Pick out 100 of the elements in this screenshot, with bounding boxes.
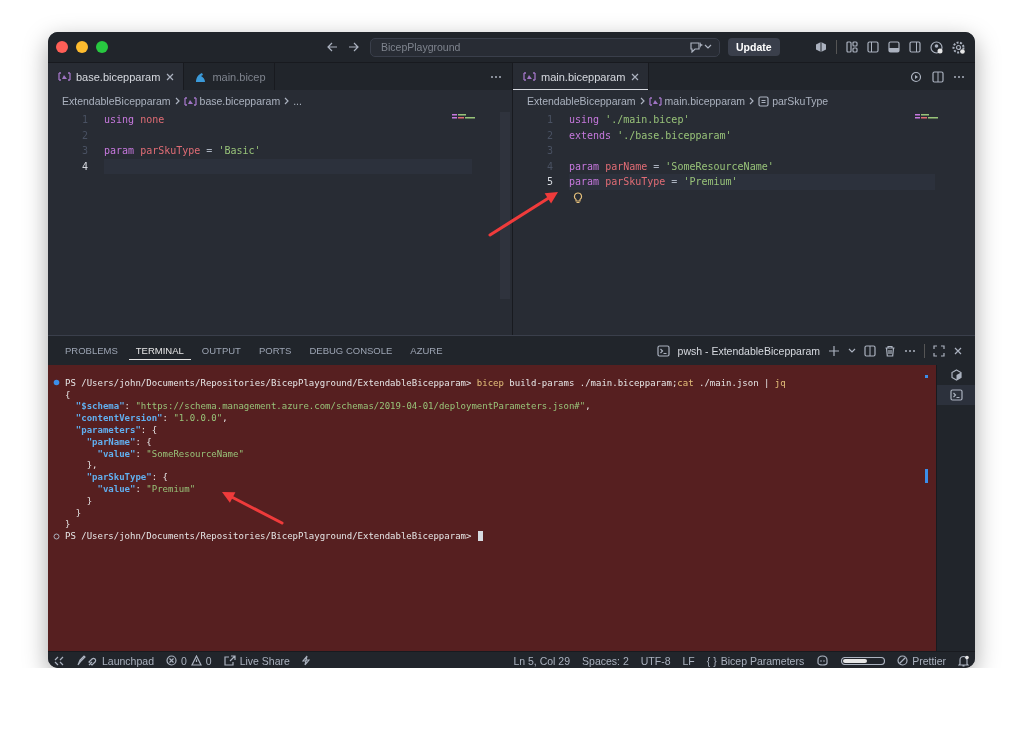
status-item[interactable]: Launchpad bbox=[70, 654, 160, 667]
breadcrumb-item[interactable]: ... bbox=[293, 95, 302, 107]
status-item[interactable]: Ln 5, Col 29 bbox=[507, 654, 577, 667]
status-item[interactable]: UTF-8 bbox=[634, 654, 677, 667]
back-arrow-icon[interactable] bbox=[326, 41, 338, 53]
annotation-arrow bbox=[222, 492, 284, 525]
trash-icon[interactable] bbox=[884, 344, 896, 357]
split-terminal-icon[interactable] bbox=[864, 344, 876, 357]
braces-icon: { } bbox=[706, 654, 717, 667]
editor-tab[interactable]: main.bicepparam bbox=[513, 63, 650, 90]
account-icon[interactable] bbox=[930, 40, 943, 54]
status-item[interactable]: LF bbox=[676, 654, 701, 667]
command-success-dot[interactable] bbox=[53, 379, 60, 387]
file-type-icon bbox=[648, 95, 662, 107]
more-icon[interactable] bbox=[953, 74, 965, 79]
status-item[interactable]: Spaces: 2 bbox=[576, 654, 635, 667]
file-type-icon bbox=[58, 71, 71, 82]
status-label: Spaces: 2 bbox=[582, 654, 629, 667]
terminal-line: "parSkuType": { bbox=[85, 472, 168, 483]
warning-count: 0 bbox=[205, 654, 212, 667]
terminal-line: } bbox=[74, 507, 82, 518]
status-label: Prettier bbox=[912, 654, 946, 667]
breadcrumb-item[interactable]: ExtendableBicepparam bbox=[527, 95, 636, 107]
terminal-line: }, bbox=[85, 460, 98, 471]
maximize-icon[interactable] bbox=[933, 344, 945, 357]
terminal-line: PS /Users/john/Documents/Repositories/BicepPlayground/ExtendableBicepparam> bicep build-params ./main.bicepparam;cat ./main.json | jq bbox=[65, 377, 786, 388]
status-item[interactable]: 0 0 bbox=[159, 654, 218, 667]
terminal-list-item[interactable] bbox=[937, 385, 975, 405]
more-icon[interactable] bbox=[904, 348, 916, 353]
close-window-button[interactable] bbox=[56, 41, 68, 53]
close-panel-icon[interactable] bbox=[953, 345, 963, 356]
scrollbar-marker bbox=[925, 375, 928, 378]
breadcrumb-item[interactable]: parSkuType bbox=[772, 95, 829, 107]
cube-icon[interactable] bbox=[815, 41, 827, 53]
chevron-down-icon[interactable] bbox=[848, 347, 856, 354]
editor-tab[interactable]: main.bicep bbox=[184, 63, 275, 90]
code-line: using none bbox=[104, 114, 165, 125]
terminal-line: "value": "SomeResourceName" bbox=[96, 448, 244, 459]
layout-icon[interactable] bbox=[846, 41, 858, 53]
bicep-file-icon bbox=[194, 70, 208, 83]
forward-arrow-icon[interactable] bbox=[348, 41, 360, 53]
breadcrumb-item[interactable]: ExtendableBicepparam bbox=[62, 95, 171, 107]
status-item[interactable]: Live Share bbox=[217, 654, 296, 667]
terminal-line: } bbox=[85, 495, 93, 506]
settings-icon[interactable] bbox=[952, 40, 965, 54]
terminal-line: "value": "Premium" bbox=[96, 484, 196, 495]
zoom-window-button[interactable] bbox=[96, 41, 108, 53]
split-editor-icon[interactable] bbox=[932, 70, 944, 83]
update-button[interactable]: Update bbox=[728, 38, 780, 56]
rocket-icon bbox=[76, 654, 98, 667]
status-label: UTF-8 bbox=[640, 654, 671, 667]
run-icon[interactable] bbox=[910, 70, 923, 83]
bell-icon[interactable] bbox=[958, 654, 969, 667]
remote-icon[interactable] bbox=[54, 655, 64, 666]
status-label: LF bbox=[682, 654, 695, 667]
error-count: 0 bbox=[180, 654, 187, 667]
status-label: Ln 5, Col 29 bbox=[513, 654, 571, 667]
terminal-title[interactable]: pwsh - ExtendableBicepparam bbox=[677, 344, 820, 357]
lightbulb-icon[interactable] bbox=[573, 191, 583, 204]
copilot-icon[interactable] bbox=[816, 655, 830, 666]
terminal-line: "parName": { bbox=[85, 436, 152, 447]
terminal-line: "contentVersion": "1.0.0.0", bbox=[74, 413, 228, 424]
status-label: Launchpad bbox=[102, 654, 154, 667]
panel-icon[interactable] bbox=[888, 41, 900, 53]
breadcrumb-item[interactable]: main.bicepparam bbox=[664, 95, 746, 107]
terminal-line: PS /Users/john/Documents/Repositories/BicepPlayground/ExtendableBicepparam> bbox=[65, 531, 473, 542]
close-tab-icon[interactable] bbox=[165, 71, 176, 82]
sidebar-left-icon[interactable] bbox=[867, 41, 879, 53]
panel-tab[interactable]: DEBUG CONSOLE bbox=[302, 341, 400, 360]
pill-meter-icon[interactable] bbox=[841, 656, 886, 665]
panel-tab[interactable]: TERMINAL bbox=[128, 341, 191, 360]
editor-tab[interactable]: base.bicepparam bbox=[48, 63, 185, 90]
file-type-icon bbox=[183, 95, 197, 107]
annotation-arrow bbox=[488, 192, 558, 237]
close-tab-icon[interactable] bbox=[630, 71, 641, 82]
chevron-down-icon[interactable] bbox=[703, 43, 713, 51]
lightning-icon[interactable] bbox=[301, 655, 310, 666]
panel-tab[interactable]: PROBLEMS bbox=[58, 341, 125, 360]
status-item[interactable]: { } Bicep Parameters bbox=[700, 654, 811, 667]
panel-tab[interactable]: PORTS bbox=[251, 341, 299, 360]
error-icon bbox=[165, 655, 177, 666]
more-icon[interactable] bbox=[490, 74, 502, 79]
sidebar-right-icon[interactable] bbox=[909, 41, 921, 53]
breadcrumb-item[interactable]: base.bicepparam bbox=[199, 95, 281, 107]
cube-icon[interactable] bbox=[950, 369, 962, 381]
plus-icon[interactable] bbox=[828, 344, 840, 357]
code-line: param parSkuType = 'Premium' bbox=[569, 176, 738, 187]
command-pending-circle[interactable] bbox=[53, 532, 60, 540]
terminal-icon bbox=[656, 344, 670, 357]
status-item[interactable]: Prettier bbox=[891, 654, 952, 667]
panel-tab[interactable]: OUTPUT bbox=[194, 341, 248, 360]
command-center[interactable]: BicepPlayground bbox=[370, 37, 720, 57]
minimize-window-button[interactable] bbox=[76, 41, 88, 53]
terminal-icon bbox=[949, 389, 963, 401]
scrollbar[interactable] bbox=[500, 112, 510, 299]
chat-sparkle-icon[interactable] bbox=[689, 41, 703, 53]
symbol-icon bbox=[758, 95, 770, 107]
code-line: param parSkuType = 'Basic' bbox=[104, 145, 261, 156]
prohibited-icon bbox=[897, 655, 909, 666]
panel-tab[interactable]: AZURE bbox=[403, 341, 450, 360]
